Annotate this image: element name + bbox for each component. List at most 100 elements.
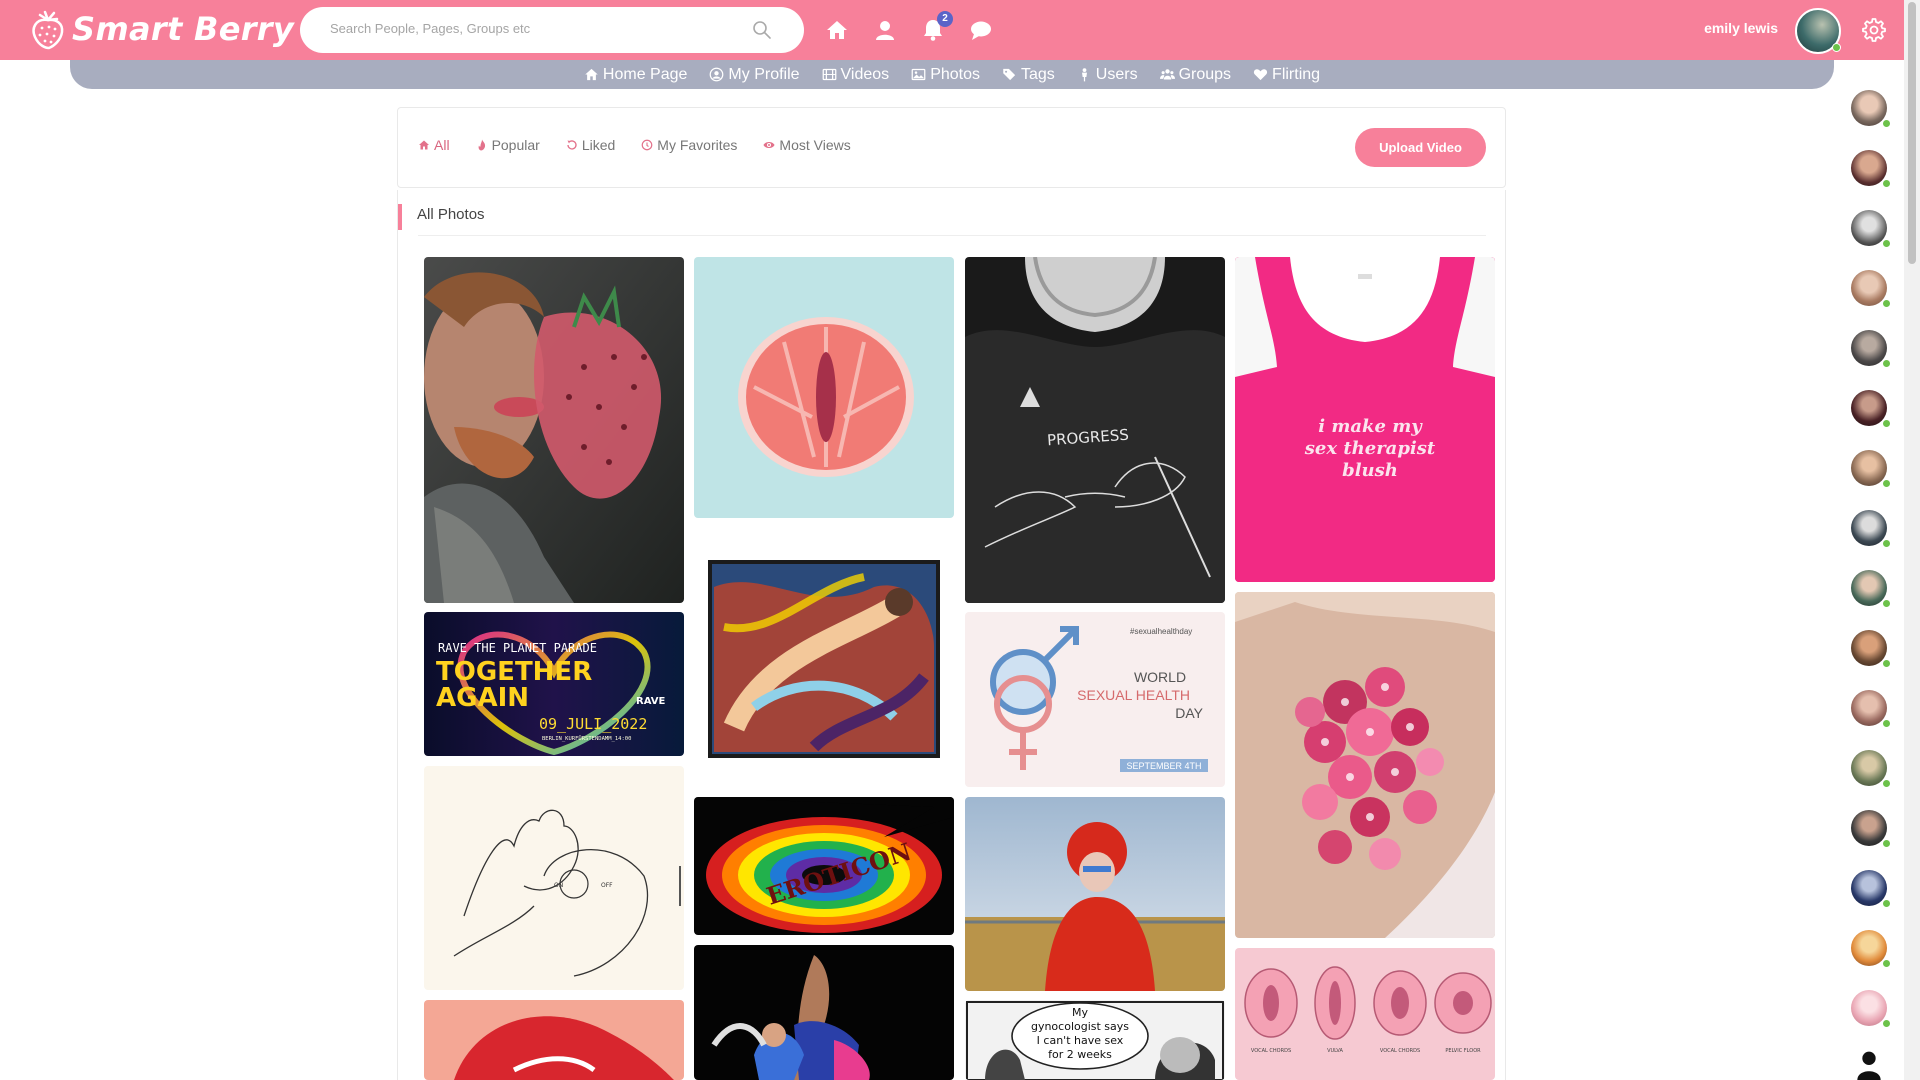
online-user-avatar[interactable]	[1851, 810, 1891, 848]
nav-label: Videos	[840, 65, 890, 83]
filter-popular[interactable]: Popular	[476, 137, 540, 153]
nav-groups[interactable]: Groups	[1149, 66, 1242, 84]
nav-users[interactable]: Users	[1066, 66, 1149, 84]
online-user-avatar[interactable]	[1851, 990, 1891, 1028]
user-icon[interactable]	[873, 18, 897, 42]
online-user-avatar[interactable]	[1851, 750, 1891, 788]
search-input[interactable]	[330, 21, 750, 36]
search-bar	[300, 7, 804, 53]
photo-grapefruit[interactable]	[694, 257, 954, 518]
film-icon	[822, 68, 836, 81]
photo-pink-flowers[interactable]	[1235, 592, 1495, 938]
online-indicator	[1882, 359, 1891, 368]
comic-line1-text: My	[1072, 1006, 1088, 1019]
photo-hand-switch-drawing[interactable]: ON OFF	[424, 766, 684, 990]
photo-pink-tanktop[interactable]: i make my sex therapist blush	[1235, 257, 1495, 582]
online-user-avatar[interactable]	[1851, 270, 1891, 308]
filter-label: My Favorites	[657, 137, 738, 153]
online-indicator	[1882, 779, 1891, 788]
online-indicator	[1882, 959, 1891, 968]
nav-label: Flirting	[1272, 65, 1321, 83]
username[interactable]: emily lewis	[1704, 20, 1778, 36]
rave-top-text: RAVE THE PLANET PARADE	[438, 641, 597, 655]
chat-icon[interactable]	[969, 18, 993, 42]
switch-off-text: OFF	[601, 882, 613, 889]
nav-my-profile[interactable]: My Profile	[698, 66, 810, 84]
search-icon[interactable]	[752, 20, 772, 40]
tanktop-line1-text: i make my	[1318, 416, 1423, 437]
online-user-avatar[interactable]	[1851, 450, 1891, 488]
nav-label: Home Page	[602, 65, 688, 83]
online-user-avatar[interactable]	[1851, 210, 1891, 248]
online-user-avatar[interactable]	[1851, 150, 1891, 188]
online-user-avatar[interactable]	[1851, 510, 1891, 548]
online-indicator	[1882, 539, 1891, 548]
health-line2-text: SEXUAL HEALTH	[1077, 687, 1190, 703]
online-indicator	[1882, 719, 1891, 728]
nav-home[interactable]: Home Page	[573, 66, 699, 84]
online-user-avatar[interactable]	[1851, 390, 1891, 428]
group-icon	[1159, 69, 1175, 80]
photo-man-strawberry[interactable]	[424, 257, 684, 603]
online-indicator	[1882, 239, 1891, 248]
photo-red-costume[interactable]	[965, 797, 1225, 991]
rave-logo-text: RAVE	[636, 696, 666, 707]
photo-progress-shirt[interactable]: PROGRESS	[965, 257, 1225, 603]
filter-liked[interactable]: Liked	[566, 137, 615, 153]
nav-videos[interactable]: Videos	[811, 66, 901, 84]
home-icon	[419, 140, 429, 150]
photo-sexual-health-day[interactable]: #sexualhealthday WORLD SEXUAL HEALTH DAY…	[965, 612, 1225, 787]
online-indicator	[1882, 1019, 1891, 1028]
logo-text: Smart Berry	[72, 10, 295, 48]
anatomy-label-2: VULVA	[1327, 1048, 1343, 1054]
online-indicator	[1882, 899, 1891, 908]
health-line3-text: DAY	[1175, 705, 1203, 721]
online-indicator	[1882, 179, 1891, 188]
tanktop-line2-text: sex therapist	[1304, 438, 1436, 459]
rave-date-text: 09_JULI_2022	[539, 715, 647, 733]
filter-most-views[interactable]: Most Views	[763, 137, 851, 153]
nav-tags[interactable]: Tags	[991, 66, 1066, 84]
online-user-avatar[interactable]	[1851, 90, 1891, 128]
eye-icon	[763, 142, 775, 148]
photo-dancers[interactable]	[694, 945, 954, 1080]
online-indicator	[1882, 839, 1891, 848]
image-icon	[911, 68, 926, 81]
online-user-avatar[interactable]	[1851, 690, 1891, 728]
online-user-avatar[interactable]	[1851, 1050, 1887, 1080]
tags-icon	[1003, 68, 1016, 81]
scrollbar-thumb[interactable]	[1908, 2, 1916, 264]
photo-eroticon-logo[interactable]: EROTICON	[694, 797, 954, 935]
upload-video-button[interactable]: Upload Video	[1355, 128, 1486, 167]
online-user-avatar[interactable]	[1851, 930, 1891, 968]
user-avatar[interactable]	[1795, 8, 1841, 54]
nav-flirting[interactable]: Flirting	[1242, 66, 1331, 84]
home-icon[interactable]	[825, 18, 849, 42]
comic-line3-text: I can't have sex	[1037, 1034, 1124, 1047]
filter-all[interactable]: All	[418, 137, 450, 153]
page-scrollbar[interactable]	[1904, 0, 1920, 1080]
online-user-avatar[interactable]	[1851, 630, 1891, 668]
logo[interactable]: Smart Berry	[28, 8, 294, 50]
online-user-avatar[interactable]	[1851, 330, 1891, 368]
photo-rave-poster[interactable]: RAVE THE PLANET PARADE TOGETHER AGAIN 09…	[424, 612, 684, 756]
online-user-avatar[interactable]	[1851, 570, 1891, 608]
photo-comic[interactable]: My gynocologist says I can't have sex fo…	[965, 1000, 1225, 1080]
home-icon	[585, 68, 598, 81]
online-indicator	[1882, 599, 1891, 608]
strawberry-logo-icon	[32, 10, 64, 50]
photo-painting[interactable]	[694, 527, 954, 787]
photo-anatomy-illustration[interactable]: VOCAL CHORDS VULVA VOCAL CHORDS PELVIC F…	[1235, 948, 1495, 1080]
nav-photos[interactable]: Photos	[900, 66, 991, 84]
tanktop-line3-text: blush	[1342, 460, 1398, 481]
filter-my-favorites[interactable]: My Favorites	[641, 137, 737, 153]
photo-lips[interactable]	[424, 1000, 684, 1080]
online-user-avatar[interactable]	[1851, 870, 1891, 908]
online-indicator	[1832, 43, 1841, 52]
gear-icon[interactable]	[1862, 18, 1886, 42]
online-indicator	[1882, 479, 1891, 488]
nav-label: Users	[1095, 65, 1138, 83]
filter-tabs: All Popular Liked My Favorites Most View…	[418, 137, 877, 153]
divider	[418, 235, 1486, 236]
switch-on-text: ON	[554, 882, 563, 889]
